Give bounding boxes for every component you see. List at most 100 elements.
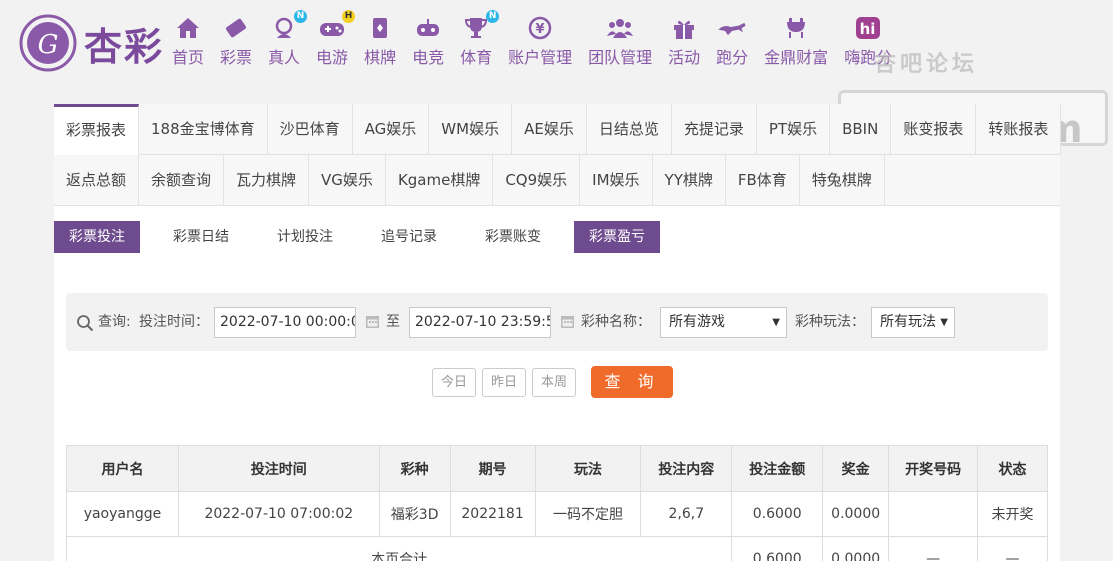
column-header: 投注时间	[177, 445, 380, 492]
report-tab[interactable]: VG娱乐	[309, 155, 386, 206]
nav-label: 跑分	[716, 48, 749, 67]
summary-bonus: 0.0000	[822, 536, 890, 561]
report-tab[interactable]: 充提记录	[671, 104, 757, 155]
report-tab[interactable]: 账变报表	[891, 104, 977, 155]
subtab[interactable]: 追号记录	[366, 221, 452, 253]
nav-item-account[interactable]: ¥ 账户管理	[508, 14, 572, 68]
main-nav: 首页 彩票 N 真人 H 电游 棋牌 电竞 N 体育 ¥ 账户管理 团队管理 活动 跑分 金鼎财富 hi 嗨跑分	[172, 10, 908, 68]
subtab[interactable]: 彩票投注	[54, 221, 140, 253]
report-tab[interactable]: IM娱乐	[580, 155, 653, 206]
nav-item-lottery-ticket[interactable]: 彩票	[220, 14, 252, 68]
subtab[interactable]: 计划投注	[262, 221, 348, 253]
logo-emblem-icon: G	[19, 14, 77, 72]
column-header: 用户名	[66, 445, 179, 492]
table-cell: 2,6,7	[640, 491, 733, 537]
subtab[interactable]: 彩票盈亏	[574, 221, 660, 253]
dropdown-caret-icon: ▼	[940, 317, 948, 328]
report-tab[interactable]: 日结总览	[586, 104, 672, 155]
nav-item-live-dealer[interactable]: N 真人	[268, 10, 308, 68]
table-cell	[888, 491, 979, 537]
nav-item-team[interactable]: 团队管理	[588, 14, 652, 68]
running-dog-icon	[717, 14, 747, 40]
report-tab[interactable]: Kgame棋牌	[385, 155, 494, 206]
nav-label: 金鼎财富	[764, 48, 829, 67]
report-tab[interactable]: FB体育	[725, 155, 800, 206]
nav-item-hi-app[interactable]: hi 嗨跑分	[844, 14, 892, 68]
live-dealer-icon: N	[269, 10, 308, 40]
nav-item-home[interactable]: 首页	[172, 14, 204, 68]
filter-bar: 查询: 投注时间： 2022-07-10 00:00:00 至 2022-07-…	[66, 293, 1048, 351]
nav-item-gamepad[interactable]: H 电游	[316, 10, 356, 68]
nav-item-esports[interactable]: 电竞	[412, 14, 444, 68]
table-cell: 2022-07-10 07:00:02	[177, 491, 380, 537]
play-type-label: 彩种玩法：	[795, 314, 865, 330]
summary-amount: 0.6000	[731, 536, 824, 561]
logo-text: 杏彩	[84, 24, 165, 69]
tabs-row-1: 彩票报表 188金宝博体育 沙巴体育 AG娱乐 WM娱乐 AE娱乐 日结总览 充提记录 PT娱乐…	[54, 104, 1062, 155]
report-tab[interactable]: CQ9娱乐	[493, 155, 581, 206]
bet-time-label: 投注时间：	[139, 314, 209, 330]
today-button[interactable]: 今日	[432, 368, 477, 397]
report-tab[interactable]: 特兔棋牌	[799, 155, 885, 206]
nav-label: 棋牌	[364, 48, 397, 67]
lottery-subtabs: 彩票投注 彩票日结 计划投注 追号记录 彩票账变 彩票盈亏	[54, 221, 678, 253]
search-icon	[77, 315, 94, 332]
yesterday-button[interactable]: 昨日	[482, 368, 527, 397]
column-header: 玩法	[534, 445, 642, 492]
nav-label: 电竞	[412, 48, 445, 67]
table-body: yaoyangge 2022-07-10 07:00:02 福彩3D 2022181 一…	[65, 491, 1048, 561]
end-time-input[interactable]: 2022-07-10 23:59:59	[409, 307, 551, 338]
nav-item-running-dog[interactable]: 跑分	[716, 14, 748, 68]
subtab[interactable]: 彩票日结	[158, 221, 244, 253]
table-cell: 0.0000	[822, 491, 890, 537]
this-week-button[interactable]: 本周	[532, 368, 577, 397]
nav-item-trophy[interactable]: N 体育	[460, 10, 500, 68]
summary-draw: —	[888, 536, 979, 561]
summary-status: —	[977, 536, 1048, 561]
report-tab[interactable]: 188金宝博体育	[139, 104, 268, 155]
nav-item-cards[interactable]: 棋牌	[364, 14, 396, 68]
hi-app-icon: hi	[853, 14, 883, 40]
table-cell: 2022181	[449, 491, 536, 537]
column-header: 奖金	[822, 445, 890, 492]
column-header: 状态	[977, 445, 1048, 492]
report-tab[interactable]: YY棋牌	[652, 155, 726, 206]
esports-icon	[413, 14, 443, 40]
site-logo[interactable]: G 杏彩	[18, 12, 188, 74]
report-tab[interactable]: PT娱乐	[756, 104, 831, 155]
report-tab[interactable]: 转账报表	[976, 104, 1062, 155]
report-tab[interactable]: AE娱乐	[512, 104, 587, 155]
subtab[interactable]: 彩票账变	[470, 221, 556, 253]
report-tab[interactable]: 返点总额	[54, 155, 140, 206]
report-tab[interactable]: AG娱乐	[352, 104, 430, 155]
lottery-ticket-icon	[221, 14, 251, 40]
report-tab[interactable]: 瓦力棋牌	[224, 155, 310, 206]
report-panel: 彩票报表 188金宝博体育 沙巴体育 AG娱乐 WM娱乐 AE娱乐 日结总览 充提记录 PT娱乐…	[54, 104, 1062, 561]
tripod-icon	[781, 14, 811, 40]
game-select[interactable]: 所有游戏 ▼	[660, 307, 787, 338]
report-tab[interactable]: 彩票报表	[54, 104, 140, 155]
column-header: 投注金额	[731, 445, 824, 492]
nav-label: 彩票	[220, 48, 253, 67]
calendar-icon[interactable]	[365, 314, 380, 329]
game-name-label: 彩种名称：	[581, 314, 651, 330]
query-button[interactable]: 查 询	[591, 366, 673, 398]
start-time-input[interactable]: 2022-07-10 00:00:00	[214, 307, 356, 338]
table-cell: 福彩3D	[378, 491, 451, 537]
report-tab[interactable]: BBIN	[830, 104, 892, 155]
account-icon: ¥	[525, 14, 555, 40]
report-tab[interactable]: 余额查询	[139, 155, 225, 206]
play-select[interactable]: 所有玩法 ▼	[871, 307, 955, 338]
report-tab[interactable]: WM娱乐	[429, 104, 513, 155]
report-tabs: 彩票报表 188金宝博体育 沙巴体育 AG娱乐 WM娱乐 AE娱乐 日结总览 充提记录 PT娱乐…	[54, 104, 1062, 206]
nav-item-tripod[interactable]: 金鼎财富	[764, 14, 828, 68]
report-tab[interactable]: 沙巴体育	[267, 104, 353, 155]
gift-icon	[669, 14, 699, 40]
calendar-icon[interactable]	[560, 314, 575, 329]
cards-icon	[365, 14, 395, 40]
nav-label: 电游	[316, 48, 349, 67]
nav-label: 活动	[668, 48, 701, 67]
nav-badge: N	[486, 10, 500, 23]
nav-item-gift[interactable]: 活动	[668, 14, 700, 68]
top-header: G 杏彩 首页 彩票 N 真人 H 电游 棋牌 电竞 N 体育 ¥ 账户管理 团队管理 活动 跑分 金鼎财富 h…	[0, 0, 1113, 151]
